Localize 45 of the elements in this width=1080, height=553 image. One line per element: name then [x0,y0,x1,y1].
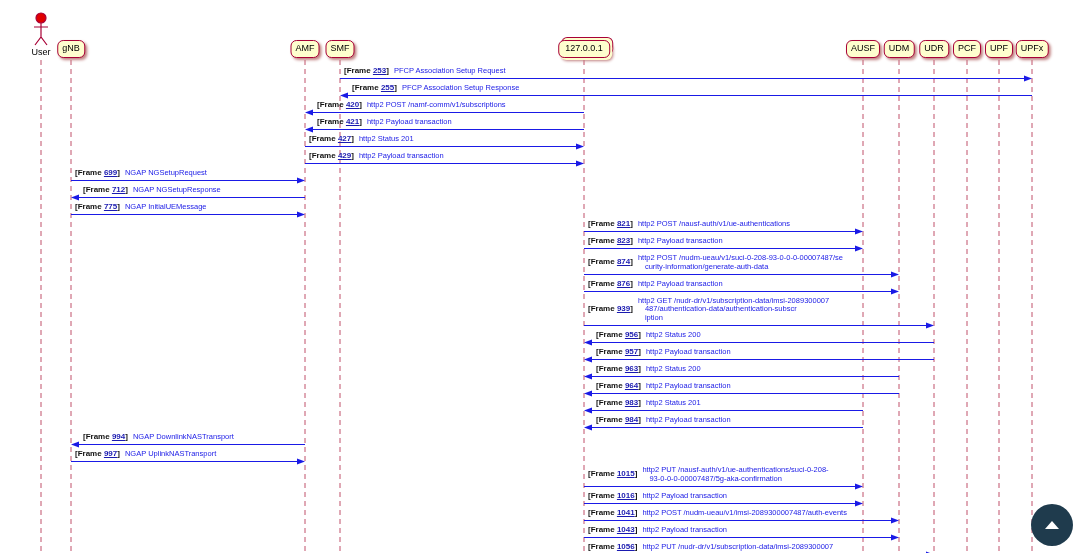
frame-tag: [Frame 253] [344,66,389,75]
participant-box: UPFx [1015,40,1049,58]
participant-box: AUSF [846,40,880,58]
frame-tag: [Frame 964] [596,381,641,390]
frame-tag: [Frame 821] [588,219,633,228]
participant-stack: 127.0.0.1 [558,40,610,58]
frame-tag: [Frame 957] [596,347,641,356]
frame-link[interactable]: 1056 [616,541,635,551]
participant-label: User [31,48,51,57]
frame-tag: [Frame 255] [352,83,397,92]
frame-tag: [Frame 874] [588,258,633,267]
frame-tag: [Frame 1041] [588,508,638,517]
frame-tag: [Frame 429] [309,151,354,160]
frame-tag: [Frame 427] [309,134,354,143]
participant-box: AMF [290,40,320,58]
frame-tag: [Frame 712] [83,185,128,194]
frame-link[interactable]: 1015 [616,469,635,479]
frame-link[interactable]: 1043 [616,524,635,534]
participant-box: SMF [325,40,355,58]
frame-link[interactable]: 1016 [616,490,635,500]
frame-tag: [Frame 1016] [588,491,638,500]
frame-tag: [Frame 823] [588,236,633,245]
participant-box: UPF [985,40,1013,58]
frame-tag: [Frame 876] [588,279,633,288]
frame-tag: [Frame 420] [317,100,362,109]
frame-link[interactable]: 1041 [616,507,635,517]
frame-tag: [Frame 699] [75,168,120,177]
frame-tag: [Frame 421] [317,117,362,126]
frame-tag: [Frame 994] [83,432,128,441]
frame-tag: [Frame 956] [596,330,641,339]
frame-tag: [Frame 775] [75,202,120,211]
participant-box: PCF [953,40,981,58]
frame-tag: [Frame 984] [596,415,641,424]
frame-tag: [Frame 1015] [588,470,638,479]
up-triangle-icon [1045,521,1059,529]
frame-tag: [Frame 939] [588,305,633,314]
frame-tag: [Frame 997] [75,449,120,458]
frame-tag: [Frame 1056] [588,542,638,551]
frame-tag: [Frame 983] [596,398,641,407]
actor-icon [33,12,49,46]
frame-tag: [Frame 963] [596,364,641,373]
participant-box: UDR [919,40,949,58]
participant-box: UDM [883,40,915,58]
participant-box: gNB [57,40,85,58]
frame-tag: [Frame 1043] [588,525,638,534]
